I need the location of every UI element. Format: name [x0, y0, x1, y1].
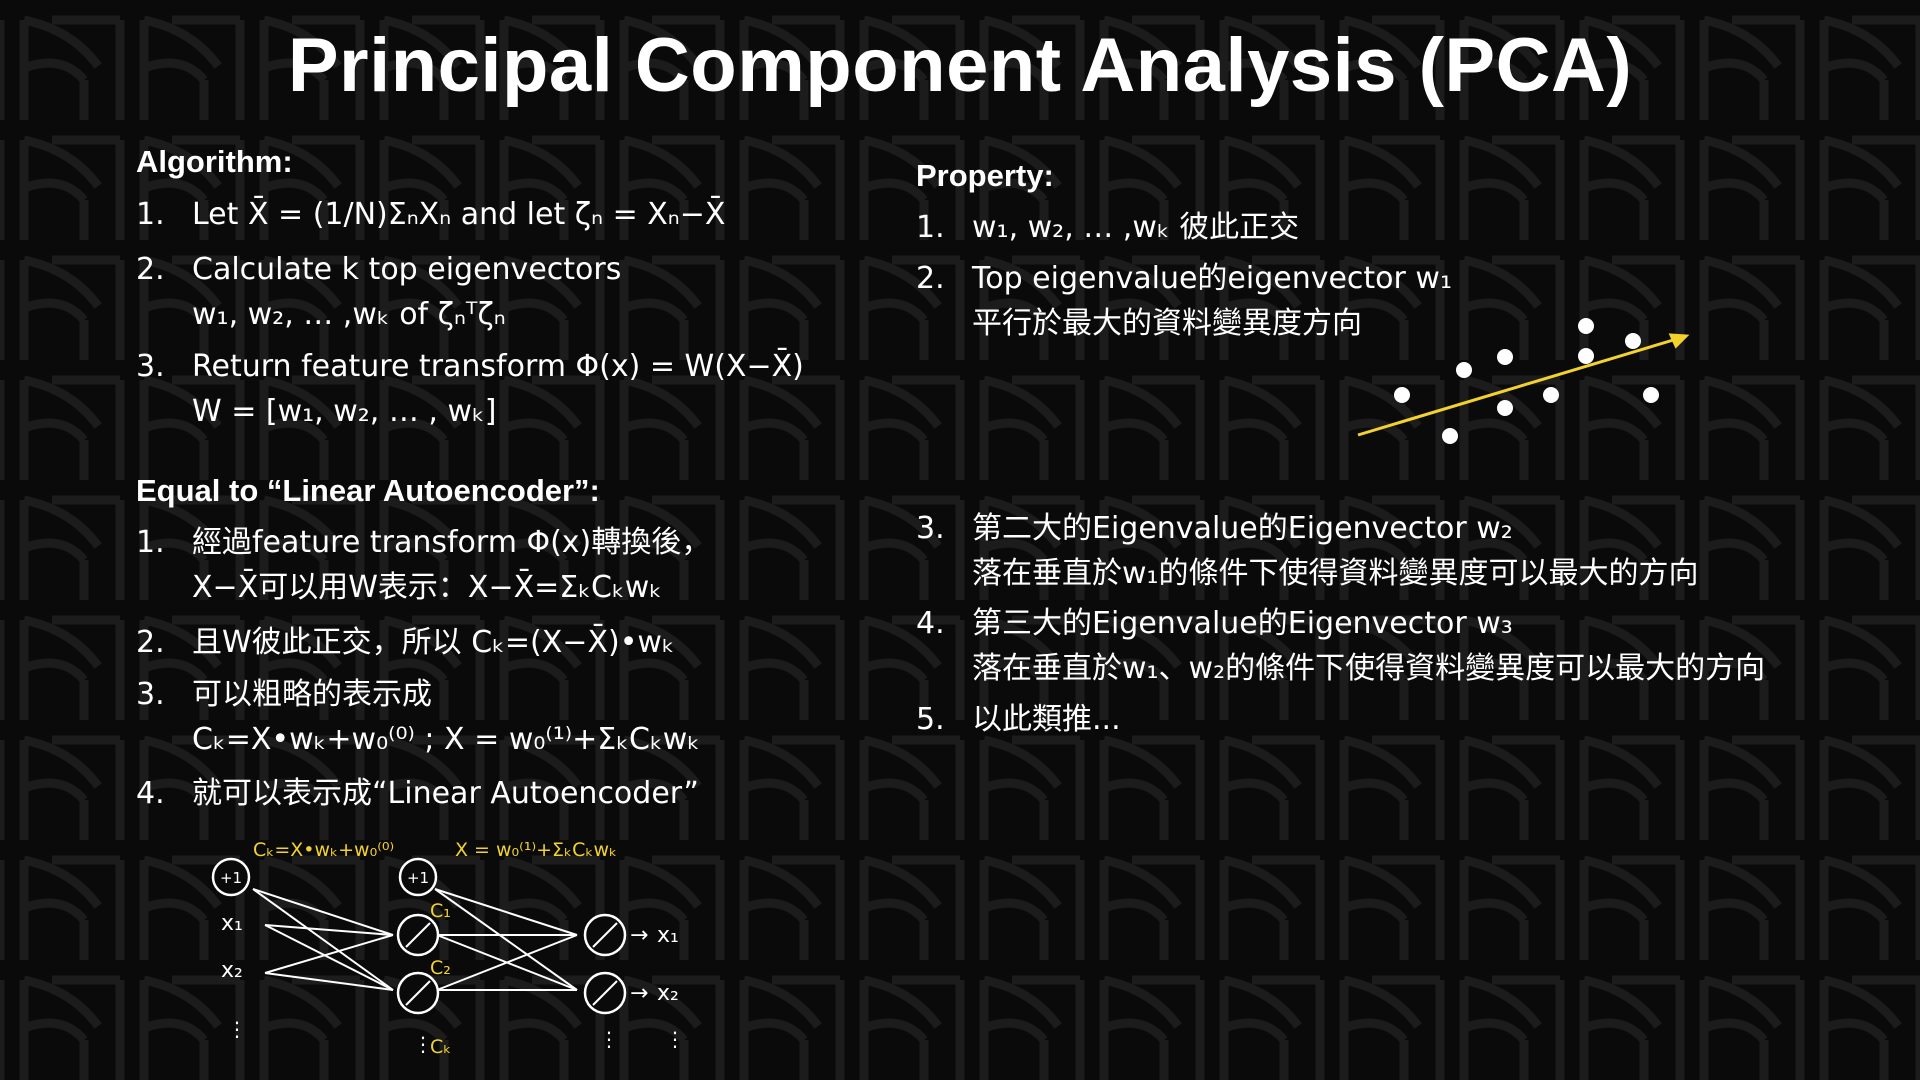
item-text: Let X̄ = (1/N)ΣₙXₙ and let ζₙ = Xₙ−X̄ [192, 197, 726, 232]
output-label-1: x₁ [657, 923, 679, 948]
item-text: 就可以表示成“Linear Autoencoder” [192, 776, 699, 811]
bias-label-input: +1 [220, 869, 242, 887]
data-point [1456, 362, 1472, 378]
data-point [1442, 428, 1458, 444]
item-text-line-2: 平行於最大的資料變異度方向 [972, 306, 1362, 341]
hidden-label-2: C₂ [430, 957, 451, 979]
item-text: 可以粗略的表示成 [192, 677, 432, 712]
item-number: 1. [916, 210, 945, 245]
linear-autoencoder-diagram: Cₖ=X•wₖ+w₀⁽⁰⁾ X = w₀⁽¹⁾+ΣₖCₖwₖ +1 +1 x₁ [211, 839, 685, 1058]
data-point [1578, 348, 1594, 364]
item-text: 以此類推... [972, 702, 1121, 737]
item-number: 4. [136, 776, 165, 811]
item-number: 1. [136, 525, 165, 560]
item-text: 第二大的Eigenvalue的Eigenvector w₂ [972, 511, 1513, 546]
output-arrow-1: → [630, 923, 648, 948]
item-text-line-2: 落在垂直於w₁的條件下使得資料變異度可以最大的方向 [972, 556, 1699, 591]
item-number: 1. [136, 197, 165, 232]
output-arrow-2: → [630, 981, 648, 1006]
data-point [1543, 387, 1559, 403]
item-text: 第三大的Eigenvalue的Eigenvector w₃ [972, 606, 1513, 641]
item-text-line-2: Cₖ=X•wₖ+w₀⁽⁰⁾ ; X = w₀⁽¹⁾+ΣₖCₖwₖ [192, 722, 701, 757]
data-point [1394, 387, 1410, 403]
property-heading: Property: [916, 158, 1054, 193]
item-number: 3. [916, 511, 945, 546]
item-text: Return feature transform Φ(x) = W(X−X̄) [192, 349, 804, 384]
item-text-line-2: X−X̄可以用W表示：X−X̄=ΣₖCₖwₖ [192, 570, 663, 605]
item-text: 經過feature transform Φ(x)轉換後， [192, 525, 712, 560]
pca-scatter-illustration [1357, 318, 1690, 444]
input-label-2: x₂ [221, 958, 243, 983]
algorithm-heading: Algorithm: [136, 144, 293, 179]
principal-direction-arrow [1357, 333, 1690, 437]
item-number: 3. [136, 349, 165, 384]
output-ellipsis-1: ⋮ [599, 1027, 619, 1051]
item-number: 2. [916, 261, 945, 296]
item-number: 3. [136, 677, 165, 712]
item-number: 5. [916, 702, 945, 737]
item-number: 4. [916, 606, 945, 641]
data-point [1625, 333, 1641, 349]
data-point [1497, 349, 1513, 365]
hidden-label-1: C₁ [430, 900, 451, 922]
output-ellipsis-2: ⋮ [665, 1027, 685, 1051]
item-text: Top eigenvalue的eigenvector w₁ [972, 261, 1452, 296]
page-title: Principal Component Analysis (PCA) [287, 23, 1633, 108]
data-point [1497, 400, 1513, 416]
output-label-2: x₂ [657, 981, 679, 1006]
item-text: w₁, w₂, … ,wₖ 彼此正交 [972, 210, 1300, 245]
item-number: 2. [136, 252, 165, 287]
input-ellipsis: ⋮ [227, 1017, 247, 1041]
item-text: 且W彼此正交，所以 Cₖ=(X−X̄)•wₖ [192, 625, 675, 660]
hidden-label-k: Cₖ [430, 1036, 451, 1058]
data-point [1643, 387, 1659, 403]
item-text-line-2: 落在垂直於w₁、w₂的條件下使得資料變異度可以最大的方向 [972, 651, 1766, 686]
encoder-equation: Cₖ=X•wₖ+w₀⁽⁰⁾ [253, 839, 394, 861]
item-text: Calculate k top eigenvectors [192, 252, 622, 287]
bias-label-hidden: +1 [407, 869, 429, 887]
data-point [1578, 318, 1594, 334]
input-label-1: x₁ [221, 911, 243, 936]
item-text-line-2: w₁, w₂, … ,wₖ of ζₙᵀζₙ [192, 297, 506, 332]
item-number: 2. [136, 625, 165, 660]
decoder-equation: X = w₀⁽¹⁾+ΣₖCₖwₖ [455, 839, 617, 861]
autoencoder-heading: Equal to “Linear Autoencoder”: [136, 473, 600, 508]
item-text-line-2: W = [w₁, w₂, … , wₖ] [192, 394, 497, 429]
